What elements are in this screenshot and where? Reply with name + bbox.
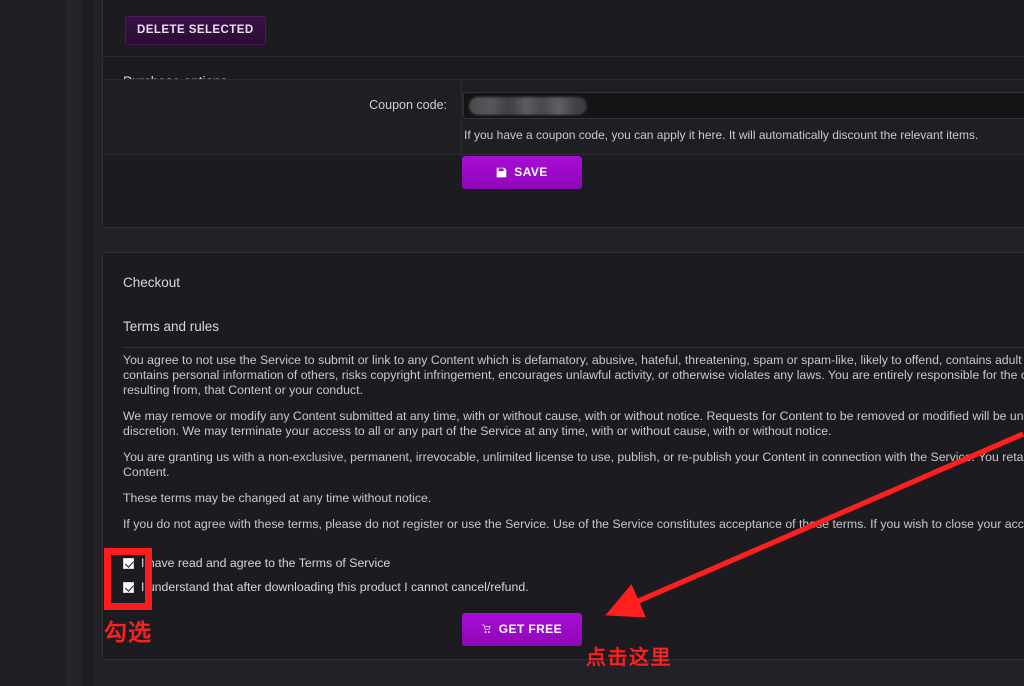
- no-refund-checkbox[interactable]: [123, 582, 134, 593]
- agreement-label: I understand that after downloading this…: [141, 580, 529, 594]
- annotation-checkbox-hint-text: 勾选: [104, 613, 152, 647]
- annotation-button-hint-text: 点击这里: [586, 641, 672, 670]
- page-left-margin: [66, 0, 82, 686]
- coupon-hint-text: If you have a coupon code, you can apply…: [464, 128, 978, 142]
- terms-paragraph: These terms may be changed at any time w…: [123, 491, 1024, 506]
- terms-paragraph: You are granting us with a non-exclusive…: [123, 450, 1024, 480]
- terms-divider: [123, 347, 1024, 348]
- terms-body: You agree to not use the Service to subm…: [123, 353, 1024, 543]
- browser-left-gutter: [0, 0, 66, 686]
- delete-selected-button[interactable]: DELETE SELECTED: [125, 16, 266, 45]
- terms-paragraph-final: If you do not agree with these terms, pl…: [123, 517, 1024, 532]
- agreement-row[interactable]: I understand that after downloading this…: [123, 575, 529, 599]
- cart-toolbar: DELETE SELECTED: [103, 1, 1024, 57]
- coupon-label-cell: Coupon code:: [104, 80, 462, 156]
- coupon-field-cell: If you have a coupon code, you can apply…: [463, 80, 1024, 156]
- redacted-coupon-value: [469, 97, 587, 115]
- save-button-label: SAVE: [514, 165, 547, 179]
- terms-and-rules-title: Terms and rules: [123, 319, 219, 334]
- agreement-checkbox-group: I have read and agree to the Terms of Se…: [123, 551, 529, 599]
- checkout-title: Checkout: [123, 275, 180, 290]
- get-free-button[interactable]: GET FREE: [462, 613, 582, 646]
- save-button[interactable]: SAVE: [462, 156, 582, 189]
- checkout-card: Checkout Terms and rules You agree to no…: [102, 252, 1024, 660]
- coupon-save-area: SAVE: [462, 156, 1024, 216]
- coupon-code-input[interactable]: [463, 92, 1024, 119]
- screenshot-root: Y DELETE SELECTED Purchase options Coupo…: [0, 0, 1024, 686]
- purchase-options-card: DELETE SELECTED Purchase options Coupon …: [102, 0, 1024, 228]
- terms-paragraph: You agree to not use the Service to subm…: [123, 353, 1024, 398]
- get-free-button-label: GET FREE: [499, 622, 562, 636]
- terms-final-text: If you do not agree with these terms, pl…: [123, 517, 1024, 531]
- save-floppy-icon: [496, 167, 507, 178]
- shopping-cart-icon: [482, 623, 492, 635]
- agreement-row[interactable]: I have read and agree to the Terms of Se…: [123, 551, 529, 575]
- terms-paragraph: We may remove or modify any Content subm…: [123, 409, 1024, 439]
- coupon-code-label: Coupon code:: [369, 98, 447, 112]
- terms-of-service-checkbox[interactable]: [123, 558, 134, 569]
- agreement-label: I have read and agree to the Terms of Se…: [141, 556, 390, 570]
- coupon-row: Coupon code: If you have a coupon code, …: [104, 79, 1024, 155]
